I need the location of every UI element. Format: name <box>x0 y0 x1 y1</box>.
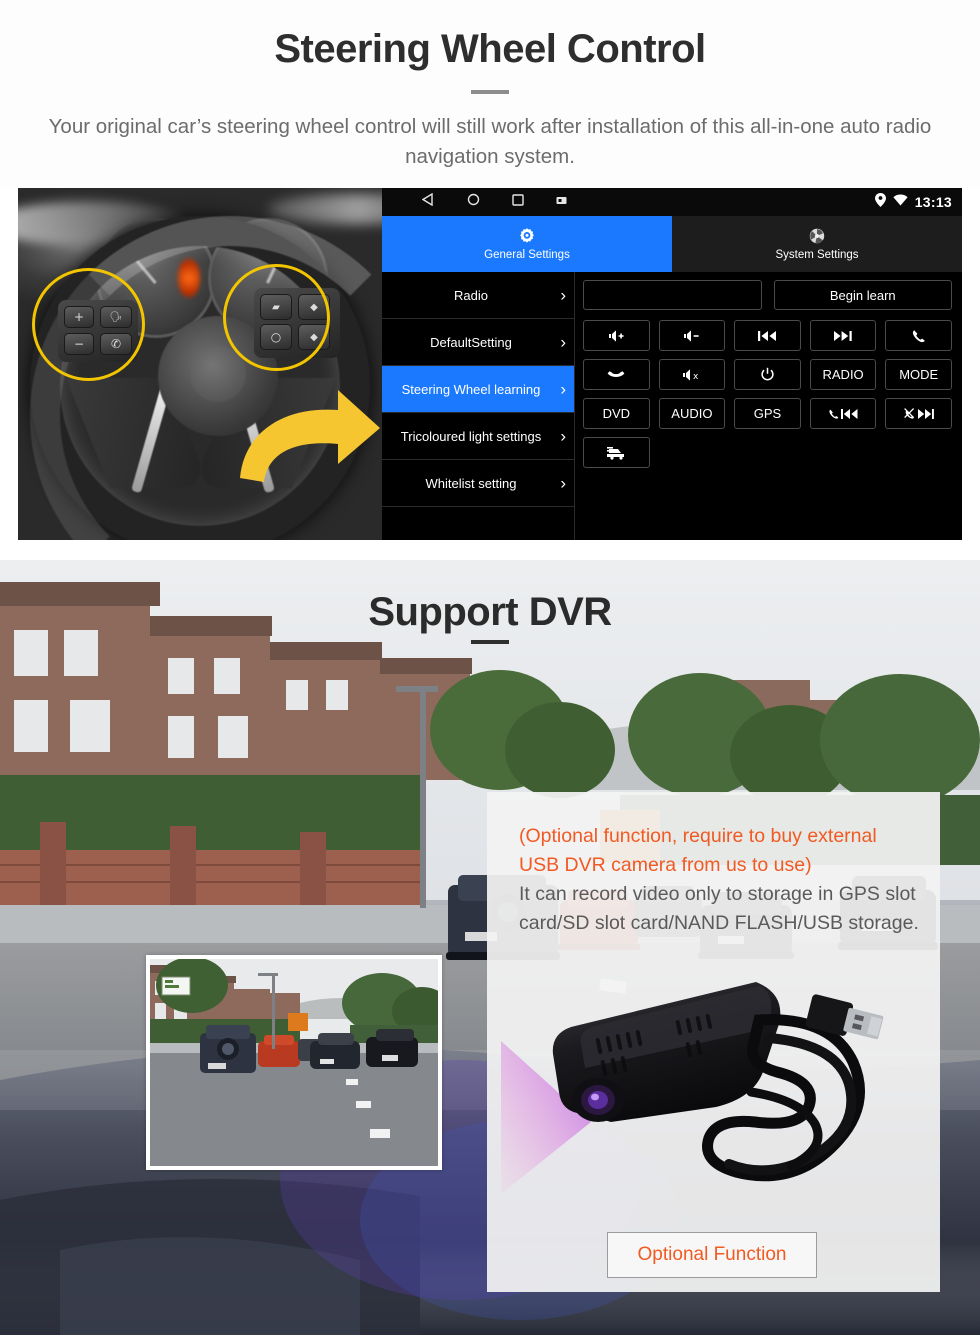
dvr-title: Support DVR <box>368 590 612 634</box>
steering-wheel-panel: + − 🗣 ✆ ▰ ○ ◆ ◆ 13:13 General Settings S… <box>18 188 962 540</box>
chevron-right-icon: › <box>560 473 566 493</box>
head-unit-screen: 13:13 General Settings System Settings R… <box>382 188 962 540</box>
key-dvd[interactable]: DVD <box>583 398 650 429</box>
page-subtitle: Your original car’s steering wheel contr… <box>48 115 932 168</box>
product-feature-page: Steering Wheel Control Your original car… <box>0 0 980 1335</box>
menu-item-label: Tricoloured light settings <box>400 428 542 444</box>
key-gps[interactable]: GPS <box>734 398 801 429</box>
tab-system-settings-label: System Settings <box>775 249 859 261</box>
key-car[interactable] <box>583 437 650 468</box>
title-divider <box>471 90 509 94</box>
steering-wheel-photo: + − 🗣 ✆ ▰ ○ ◆ ◆ <box>18 188 382 540</box>
screenshot-square-icon[interactable] <box>556 193 567 211</box>
svg-text:x: x <box>693 372 699 382</box>
steering-wheel-header: Steering Wheel Control Your original car… <box>0 0 980 188</box>
key-previous-track[interactable] <box>734 320 801 351</box>
key-next-track[interactable] <box>809 320 877 351</box>
key-radio[interactable]: RADIO <box>809 359 877 390</box>
optional-function-button[interactable]: Optional Function <box>607 1232 817 1278</box>
tab-general-settings-label: General Settings <box>484 249 570 261</box>
menu-item-steering-wheel-learning[interactable]: Steering Wheel learning › <box>382 366 574 413</box>
key-power[interactable] <box>734 359 801 390</box>
menu-item-tricoloured-light-settings[interactable]: Tricoloured light settings › <box>382 413 574 460</box>
key-volume-up[interactable] <box>583 320 650 351</box>
learn-controls-row: Begin learn <box>583 280 952 310</box>
tab-system-settings[interactable]: System Settings <box>672 216 962 272</box>
key-mode[interactable]: MODE <box>885 359 952 390</box>
dvr-storage-note: It can record video only to storage in G… <box>519 883 919 934</box>
dvr-title-divider <box>471 640 509 644</box>
android-nav-keys <box>421 192 567 211</box>
highlight-circle-left <box>32 268 145 381</box>
android-status-bar: 13:13 <box>382 188 962 216</box>
dvr-info-text: (Optional function, require to buy exter… <box>519 822 919 938</box>
settings-body: Radio › DefaultSetting › Steering Wheel … <box>382 272 962 540</box>
key-phone-previous[interactable] <box>809 398 877 429</box>
gear-icon <box>517 227 537 247</box>
chevron-right-icon: › <box>560 426 566 446</box>
key-audio[interactable]: AUDIO <box>658 398 726 429</box>
menu-item-label: Radio <box>454 287 488 303</box>
key-volume-down[interactable] <box>658 320 726 351</box>
back-triangle-icon[interactable] <box>421 192 435 211</box>
chevron-right-icon: › <box>560 285 566 305</box>
key-mute[interactable]: x <box>658 359 726 390</box>
page-title: Steering Wheel Control <box>274 27 706 71</box>
menu-item-default-setting[interactable]: DefaultSetting › <box>382 319 574 366</box>
dvr-camera-photo <box>491 972 931 1222</box>
system-icon <box>807 227 827 247</box>
menu-item-whitelist-setting[interactable]: Whitelist setting › <box>382 460 574 507</box>
begin-learn-button[interactable]: Begin learn <box>773 280 952 310</box>
location-pin-icon <box>874 192 886 212</box>
menu-item-label: Steering Wheel learning <box>401 381 541 397</box>
highlight-circle-right <box>223 264 330 371</box>
status-clock: 13:13 <box>914 194 952 210</box>
key-phone-reject-next[interactable] <box>885 398 952 429</box>
chevron-right-icon: › <box>560 332 566 352</box>
home-circle-icon[interactable] <box>467 193 480 211</box>
wifi-icon <box>893 193 908 211</box>
tab-general-settings[interactable]: General Settings <box>382 216 672 272</box>
recents-square-icon[interactable] <box>512 193 524 211</box>
key-phone-hangup[interactable] <box>583 359 650 390</box>
key-assignment-grid: x RADIO MODE DVD AUDIO GPS <box>583 320 952 468</box>
chevron-right-icon: › <box>560 379 566 399</box>
dvr-recording-preview <box>146 955 442 1170</box>
learn-status-field[interactable] <box>583 280 762 310</box>
yellow-arrow-icon <box>234 384 382 484</box>
menu-item-label: Whitelist setting <box>425 475 517 491</box>
status-bar-right: 13:13 <box>874 188 952 216</box>
dvr-info-card: (Optional function, require to buy exter… <box>487 792 940 1292</box>
settings-menu-list: Radio › DefaultSetting › Steering Wheel … <box>382 272 575 540</box>
dvr-optional-note: (Optional function, require to buy exter… <box>519 825 877 876</box>
settings-tab-bar: General Settings System Settings <box>382 216 962 272</box>
learning-pane: Begin learn x RADIO MODE DVD AUDIO GPS <box>575 272 962 540</box>
key-phone-answer[interactable] <box>885 320 952 351</box>
menu-item-label: DefaultSetting <box>430 334 512 350</box>
menu-item-radio[interactable]: Radio › <box>382 272 574 319</box>
